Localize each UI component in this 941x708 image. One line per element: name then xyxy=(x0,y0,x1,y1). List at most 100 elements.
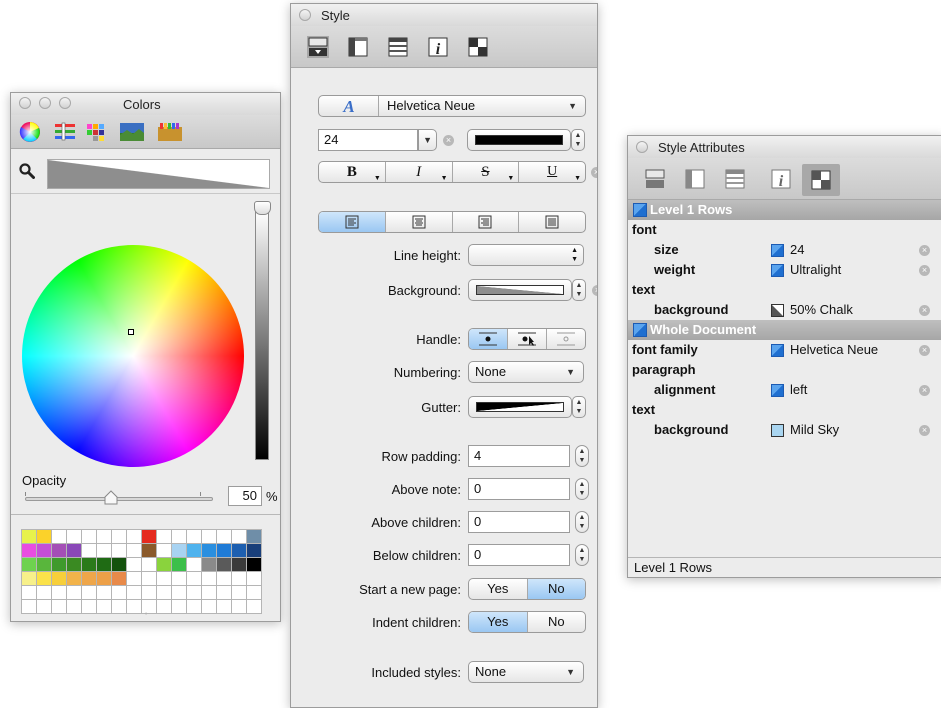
gutter-color-well[interactable] xyxy=(468,396,572,418)
text-color-well[interactable] xyxy=(467,129,571,151)
column-style-icon[interactable] xyxy=(684,168,706,190)
item-style-icon[interactable] xyxy=(644,168,666,190)
align-center-button[interactable] xyxy=(386,212,453,232)
color-swatch[interactable] xyxy=(67,572,82,586)
attribute-row[interactable]: text xyxy=(628,280,941,300)
color-swatch[interactable] xyxy=(97,572,112,586)
color-swatch[interactable] xyxy=(127,558,142,572)
color-swatch[interactable] xyxy=(97,530,112,544)
font-popup[interactable]: A Helvetica Neue ▼ xyxy=(318,95,586,117)
color-swatch[interactable] xyxy=(217,530,232,544)
color-swatch[interactable] xyxy=(217,572,232,586)
color-swatch[interactable] xyxy=(142,544,157,558)
color-swatch[interactable] xyxy=(172,558,187,572)
color-swatch[interactable] xyxy=(112,586,127,600)
color-sliders-icon[interactable] xyxy=(54,121,76,143)
color-swatch[interactable] xyxy=(247,544,262,558)
above-note-field[interactable]: 0 xyxy=(468,478,570,500)
color-swatch[interactable] xyxy=(172,600,187,614)
remove-attribute-icon[interactable]: × xyxy=(919,305,930,316)
clear-text-style-icon[interactable]: × xyxy=(591,167,597,178)
start-new-page-yes-button[interactable]: Yes xyxy=(469,579,528,599)
color-swatch[interactable] xyxy=(112,530,127,544)
handle-never-button[interactable] xyxy=(547,329,585,349)
color-swatch[interactable] xyxy=(217,586,232,600)
close-button[interactable] xyxy=(299,9,311,21)
row-padding-field[interactable]: 4 xyxy=(468,445,570,467)
attribute-row[interactable]: background Mild Sky × xyxy=(628,420,941,440)
colors-titlebar[interactable]: Colors xyxy=(11,93,280,115)
color-swatch[interactable] xyxy=(82,558,97,572)
attribute-group-header[interactable]: Whole Document xyxy=(628,320,941,340)
row-padding-stepper[interactable]: ▲ ▼ xyxy=(575,445,589,467)
color-swatch[interactable] xyxy=(217,600,232,614)
color-swatch[interactable] xyxy=(22,530,37,544)
underline-button[interactable]: U ▼ xyxy=(519,162,585,182)
below-children-field[interactable]: 0 xyxy=(468,544,570,566)
color-swatch[interactable] xyxy=(52,572,67,586)
color-swatch[interactable] xyxy=(172,544,187,558)
above-note-stepper[interactable]: ▲ ▼ xyxy=(575,478,589,500)
above-children-field[interactable]: 0 xyxy=(468,511,570,533)
indent-children-yes-button[interactable]: Yes xyxy=(469,612,528,632)
color-swatch[interactable] xyxy=(247,600,262,614)
color-swatch[interactable] xyxy=(82,572,97,586)
color-swatch[interactable] xyxy=(202,558,217,572)
font-size-field[interactable]: 24 xyxy=(318,129,418,151)
color-swatch[interactable] xyxy=(202,530,217,544)
text-color-stepper[interactable]: ▲ ▼ xyxy=(571,129,585,151)
attribute-row[interactable]: text xyxy=(628,400,941,420)
color-swatch[interactable] xyxy=(112,572,127,586)
item-style-icon[interactable] xyxy=(307,36,329,58)
strikethrough-button[interactable]: S ▼ xyxy=(453,162,520,182)
crayons-icon[interactable] xyxy=(157,121,183,143)
brightness-slider[interactable] xyxy=(255,210,269,460)
column-style-icon[interactable] xyxy=(347,36,369,58)
color-swatch[interactable] xyxy=(247,572,262,586)
numbering-popup[interactable]: None ▼ xyxy=(468,361,584,383)
color-swatch[interactable] xyxy=(37,544,52,558)
bold-button[interactable]: B ▼ xyxy=(319,162,386,182)
color-swatch[interactable] xyxy=(82,530,97,544)
color-swatch[interactable] xyxy=(22,572,37,586)
magnifier-icon[interactable] xyxy=(19,163,35,179)
color-swatch[interactable] xyxy=(202,586,217,600)
color-swatch[interactable] xyxy=(232,600,247,614)
close-button[interactable] xyxy=(636,141,648,153)
color-swatch[interactable] xyxy=(127,572,142,586)
gutter-stepper[interactable]: ▲ ▼ xyxy=(572,396,586,418)
color-swatch[interactable] xyxy=(97,600,112,614)
color-swatch[interactable] xyxy=(232,530,247,544)
color-swatch[interactable] xyxy=(172,586,187,600)
color-swatch[interactable] xyxy=(247,530,262,544)
clear-background-icon[interactable]: × xyxy=(592,285,597,296)
color-swatch[interactable] xyxy=(52,558,67,572)
color-swatch[interactable] xyxy=(67,586,82,600)
color-swatch[interactable] xyxy=(52,586,67,600)
color-swatch[interactable] xyxy=(232,586,247,600)
font-size-popup[interactable]: ▼ xyxy=(418,129,437,151)
below-children-stepper[interactable]: ▲ ▼ xyxy=(575,544,589,566)
color-swatch[interactable] xyxy=(37,530,52,544)
current-color-well[interactable] xyxy=(47,159,270,189)
color-swatch[interactable] xyxy=(67,544,82,558)
color-swatch[interactable] xyxy=(172,572,187,586)
color-swatch[interactable] xyxy=(157,586,172,600)
color-swatch[interactable] xyxy=(232,572,247,586)
color-swatch[interactable] xyxy=(97,558,112,572)
brightness-slider-knob[interactable] xyxy=(254,201,271,215)
color-swatch[interactable] xyxy=(82,600,97,614)
color-swatch[interactable] xyxy=(37,600,52,614)
color-swatch[interactable] xyxy=(67,530,82,544)
color-swatch[interactable] xyxy=(187,586,202,600)
info-icon[interactable]: i xyxy=(427,36,449,58)
color-swatch[interactable] xyxy=(52,600,67,614)
color-swatch[interactable] xyxy=(157,572,172,586)
opacity-field[interactable]: 50 xyxy=(228,486,262,506)
font-panel-icon[interactable]: A xyxy=(319,96,379,116)
start-new-page-segments[interactable]: Yes No xyxy=(468,578,586,600)
handle-hover-button[interactable] xyxy=(508,329,547,349)
color-swatch[interactable] xyxy=(127,544,142,558)
color-swatch[interactable] xyxy=(37,586,52,600)
color-swatch[interactable] xyxy=(187,600,202,614)
